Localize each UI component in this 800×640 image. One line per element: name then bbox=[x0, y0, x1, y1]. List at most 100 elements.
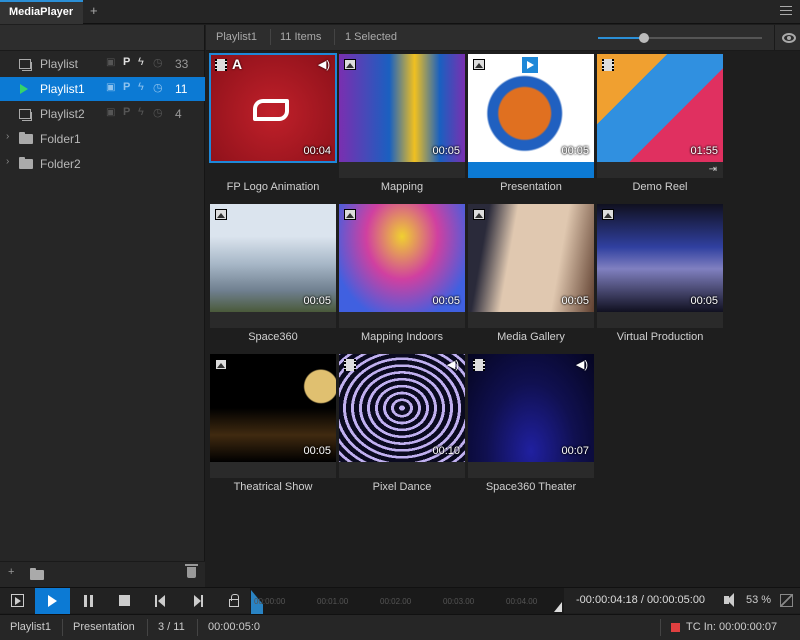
timeline-scrubber[interactable]: 00:00:00 00:01.00 00:02.00 00:03.00 00:04.00 bbox=[250, 588, 564, 614]
playlist-icon bbox=[19, 108, 32, 122]
media-card[interactable]: A ◀) 00:04 FP Logo Animation bbox=[209, 53, 337, 194]
media-card[interactable]: 00:05 Virtual Production bbox=[597, 204, 723, 344]
media-thumbnail[interactable]: 00:05 bbox=[210, 354, 336, 462]
media-thumbnail[interactable]: A ◀) 00:04 bbox=[209, 53, 337, 163]
chevron-right-icon[interactable]: › bbox=[6, 131, 9, 142]
add-folder-icon[interactable] bbox=[30, 568, 44, 583]
end-action-icon: ⇥ bbox=[708, 164, 717, 175]
pause-icon bbox=[84, 595, 93, 607]
toolbar-item-count: 11 Items bbox=[280, 31, 322, 43]
folder-icon bbox=[19, 157, 33, 172]
volume-percent[interactable]: 53 % bbox=[746, 594, 771, 606]
trash-icon[interactable] bbox=[185, 564, 198, 578]
timeline-tick-label: 00:04.00 bbox=[506, 597, 538, 606]
sidebar-item-playlist[interactable]: Playlist ▣ Pϟ ◷ 33 bbox=[0, 52, 205, 76]
lock-icon[interactable]: ▣ bbox=[106, 107, 115, 118]
media-card[interactable]: 00:05 Space360 bbox=[210, 204, 336, 344]
media-title: Pixel Dance bbox=[372, 481, 432, 493]
media-card[interactable]: 00:05 Media Gallery bbox=[468, 204, 594, 344]
clock-icon[interactable]: ◷ bbox=[153, 81, 163, 94]
media-duration: 00:04 bbox=[303, 145, 331, 157]
item-count: 11 bbox=[175, 82, 188, 96]
add-playlist-button[interactable]: + bbox=[8, 566, 14, 578]
volume-icon[interactable] bbox=[724, 593, 734, 607]
zoom-slider-knob[interactable] bbox=[638, 33, 649, 43]
media-card[interactable]: 00:05 Presentation bbox=[468, 54, 594, 194]
lock-icon[interactable]: ▣ bbox=[106, 57, 115, 68]
bolt-icon[interactable]: ϟ bbox=[138, 56, 144, 68]
media-card[interactable]: 01:55 ⇥ Demo Reel bbox=[597, 54, 723, 194]
timeline-tick-label: 00:02.00 bbox=[380, 597, 412, 606]
preload-icon[interactable]: P bbox=[123, 56, 130, 68]
sidebar-item-folder1[interactable]: › Folder1 bbox=[0, 127, 205, 151]
media-title: Virtual Production bbox=[616, 331, 704, 343]
media-card[interactable]: ◀) 00:07 Space360 Theater bbox=[468, 354, 594, 494]
play-button[interactable] bbox=[35, 588, 70, 614]
media-thumbnail[interactable]: 00:05 bbox=[468, 204, 594, 312]
media-thumbnail[interactable]: 00:05 bbox=[339, 204, 465, 312]
sidebar-item-playlist2[interactable]: Playlist2 ▣ Pϟ ◷ 4 bbox=[0, 102, 205, 126]
eye-icon[interactable] bbox=[782, 33, 796, 43]
preload-icon[interactable]: P bbox=[123, 106, 130, 118]
status-item: Presentation bbox=[73, 621, 135, 633]
media-duration: 00:05 bbox=[303, 445, 331, 457]
media-thumbnail[interactable]: 01:55 bbox=[597, 54, 723, 162]
chevron-right-icon[interactable]: › bbox=[6, 156, 9, 167]
item-count: 33 bbox=[175, 57, 189, 71]
hamburger-menu-icon[interactable] bbox=[780, 6, 792, 18]
clock-icon[interactable]: ◷ bbox=[153, 106, 163, 119]
thumbnail-zoom-slider[interactable] bbox=[598, 33, 762, 43]
image-icon bbox=[215, 359, 227, 370]
video-icon bbox=[215, 59, 227, 71]
lock-icon[interactable] bbox=[229, 594, 239, 607]
thumbnail-footer bbox=[597, 312, 723, 328]
auto-play-icon: A bbox=[232, 56, 243, 72]
timeline-tick-label: 00:03.00 bbox=[443, 597, 475, 606]
thumbnail-footer bbox=[468, 312, 594, 328]
media-thumbnail[interactable]: 00:05 bbox=[468, 54, 594, 162]
pause-button[interactable] bbox=[71, 588, 106, 614]
content-toolbar: Playlist1 11 Items 1 Selected bbox=[206, 25, 800, 51]
media-thumbnail[interactable]: ◀) 00:07 bbox=[468, 354, 594, 462]
toolbar-playlist-name: Playlist1 bbox=[216, 31, 257, 43]
resize-grip-icon[interactable] bbox=[780, 594, 793, 607]
bolt-icon[interactable]: ϟ bbox=[138, 106, 144, 118]
sidebar-item-label: Playlist bbox=[40, 57, 79, 71]
preload-icon[interactable]: P bbox=[123, 81, 130, 93]
next-button[interactable] bbox=[180, 588, 215, 614]
media-thumbnail[interactable]: ◀) 00:10 bbox=[339, 354, 465, 462]
lock-icon[interactable]: ▣ bbox=[106, 82, 115, 93]
media-thumbnail[interactable]: 00:05 bbox=[339, 54, 465, 162]
tab-mediaplayer[interactable]: MediaPlayer bbox=[0, 0, 83, 24]
status-time: 00:00:05:0 bbox=[208, 621, 260, 633]
sidebar-item-folder2[interactable]: › Folder2 bbox=[0, 152, 205, 176]
media-card[interactable]: ◀) 00:10 Pixel Dance bbox=[339, 354, 465, 494]
media-duration: 00:05 bbox=[690, 295, 718, 307]
media-thumbnail[interactable]: 00:05 bbox=[597, 204, 723, 312]
media-card[interactable]: 00:05 Mapping bbox=[339, 54, 465, 194]
playing-icon bbox=[20, 83, 28, 97]
clock-icon[interactable]: ◷ bbox=[153, 56, 163, 69]
media-title: Mapping Indoors bbox=[361, 331, 443, 343]
previous-button[interactable] bbox=[143, 588, 178, 614]
playlist-icon bbox=[19, 58, 32, 72]
media-duration: 00:05 bbox=[432, 295, 460, 307]
media-card[interactable]: 00:05 Theatrical Show bbox=[210, 354, 336, 494]
image-icon bbox=[344, 59, 356, 70]
sidebar-item-label: Folder2 bbox=[40, 157, 81, 171]
sidebar-header bbox=[0, 25, 204, 51]
media-card[interactable]: 00:05 Mapping Indoors bbox=[339, 204, 465, 344]
sidebar-item-playlist1[interactable]: Playlist1 ▣ Pϟ ◷ 11 bbox=[0, 77, 205, 101]
skip-back-icon bbox=[155, 595, 165, 607]
add-tab-button[interactable]: + bbox=[90, 3, 98, 18]
stop-button[interactable] bbox=[107, 588, 142, 614]
out-point-marker[interactable] bbox=[554, 602, 562, 612]
media-thumbnail[interactable]: 00:05 bbox=[210, 204, 336, 312]
speaker-icon: ◀) bbox=[317, 59, 330, 71]
bolt-icon[interactable]: ϟ bbox=[138, 81, 144, 93]
image-icon bbox=[602, 209, 614, 220]
thumbnail-footer bbox=[339, 462, 465, 478]
media-duration: 00:05 bbox=[432, 145, 460, 157]
play-from-start-button[interactable] bbox=[0, 588, 35, 614]
media-duration: 00:07 bbox=[561, 445, 589, 457]
